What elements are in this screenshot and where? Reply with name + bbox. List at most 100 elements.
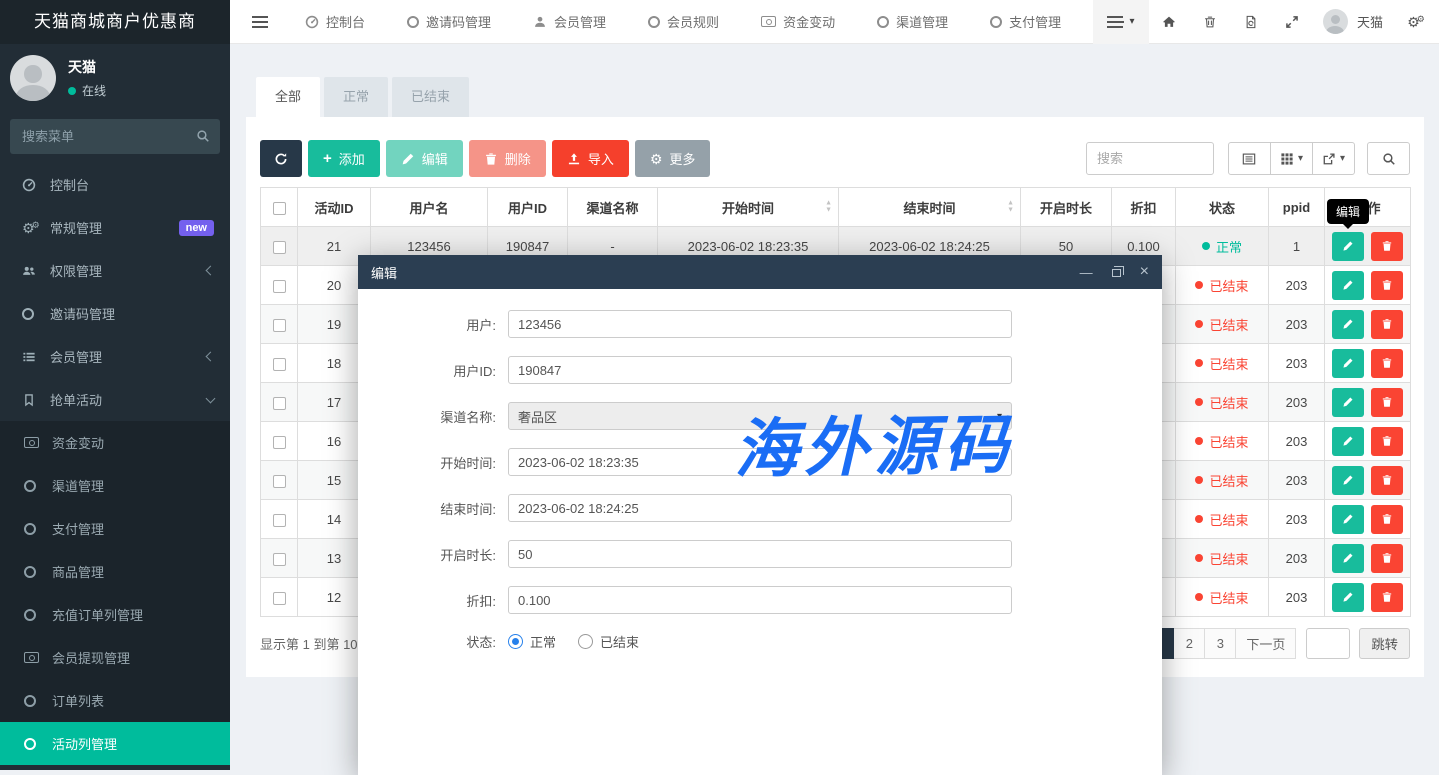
user-menu[interactable]: 天猫	[1313, 9, 1393, 34]
sidebar-item-控制台[interactable]: 控制台	[0, 163, 230, 206]
topnav-item-控制台[interactable]: 控制台	[284, 0, 386, 44]
sidebar-item-抢单活动[interactable]: 抢单活动	[0, 378, 230, 421]
sidebar-toggle-button[interactable]	[230, 21, 284, 23]
page-jump-input[interactable]	[1306, 628, 1350, 659]
settings-button[interactable]: ⚙⚙	[1393, 0, 1439, 44]
refresh-button[interactable]	[260, 140, 302, 177]
tab-已结束[interactable]: 已结束	[392, 77, 469, 117]
topnav-item-支付管理[interactable]: 支付管理	[969, 0, 1082, 44]
detail-view-button[interactable]	[1228, 142, 1271, 175]
home-button[interactable]	[1149, 0, 1190, 44]
field-input[interactable]	[508, 586, 1012, 614]
field-input[interactable]	[508, 356, 1012, 384]
page-button-2[interactable]: 2	[1173, 628, 1205, 659]
row-delete-button[interactable]	[1371, 310, 1403, 339]
row-edit-button[interactable]	[1332, 388, 1364, 417]
sidebar-subitem-订单列表[interactable]: 订单列表	[0, 679, 230, 722]
page-jump-button[interactable]: 跳转	[1359, 628, 1410, 659]
row-edit-button[interactable]	[1332, 349, 1364, 378]
more-button[interactable]: ⚙更多	[635, 140, 711, 177]
dialog-title: 编辑	[371, 263, 397, 282]
topnav-item-资金变动[interactable]: 资金变动	[740, 0, 856, 44]
minimize-button[interactable]: —	[1080, 266, 1093, 279]
row-delete-button[interactable]	[1371, 505, 1403, 534]
topnav-item-邀请码管理[interactable]: 邀请码管理	[386, 0, 512, 44]
sidebar-search-input[interactable]	[10, 119, 220, 154]
row-checkbox[interactable]	[273, 436, 286, 449]
sidebar: 天猫商城商户优惠商 天猫 在线 控制台 ⚙⚙ 常规管理 new 权限管理 邀请码…	[0, 0, 230, 770]
status-radio-option[interactable]: 已结束	[578, 632, 639, 651]
export-button[interactable]: ▾	[1312, 142, 1355, 175]
status-badge: 已结束	[1195, 354, 1248, 373]
fullscreen-button[interactable]	[1272, 0, 1313, 44]
row-checkbox[interactable]	[273, 358, 286, 371]
columns-button[interactable]: ▾	[1270, 142, 1313, 175]
topbar-menu-dropdown[interactable]: ▾	[1093, 0, 1149, 44]
row-delete-button[interactable]	[1371, 583, 1403, 612]
add-button[interactable]: +添加	[308, 140, 380, 177]
sidebar-subitem-资金变动[interactable]: 资金变动	[0, 421, 230, 464]
sidebar-item-常规管理[interactable]: ⚙⚙ 常规管理 new	[0, 206, 230, 249]
dialog-titlebar[interactable]: 编辑 — ×	[358, 255, 1162, 289]
sidebar-item-邀请码管理[interactable]: 邀请码管理	[0, 292, 230, 335]
row-delete-button[interactable]	[1371, 232, 1403, 261]
row-checkbox[interactable]	[273, 553, 286, 566]
row-delete-button[interactable]	[1371, 271, 1403, 300]
status-radio-option[interactable]: 正常	[508, 632, 556, 651]
sidebar-item-权限管理[interactable]: 权限管理	[0, 249, 230, 292]
sort-arrows-icon[interactable]: ▲▼	[825, 201, 832, 214]
row-checkbox[interactable]	[273, 475, 286, 488]
sidebar-subitem-会员提现管理[interactable]: 会员提现管理	[0, 636, 230, 679]
row-checkbox[interactable]	[273, 397, 286, 410]
select-all-checkbox[interactable]	[273, 202, 286, 215]
row-edit-button[interactable]	[1332, 232, 1364, 261]
row-delete-button[interactable]	[1371, 544, 1403, 573]
row-delete-button[interactable]	[1371, 388, 1403, 417]
field-input[interactable]	[508, 310, 1012, 338]
column-header[interactable]: 开始时间▲▼	[658, 188, 839, 227]
row-checkbox[interactable]	[273, 319, 286, 332]
row-edit-button[interactable]	[1332, 271, 1364, 300]
page-button-3[interactable]: 3	[1204, 628, 1236, 659]
next-page-button[interactable]: 下一页	[1235, 628, 1296, 659]
field-input[interactable]	[508, 540, 1012, 568]
sidebar-subitem-商品管理[interactable]: 商品管理	[0, 550, 230, 593]
clear-button[interactable]	[1190, 0, 1231, 44]
row-delete-button[interactable]	[1371, 427, 1403, 456]
tab-正常[interactable]: 正常	[324, 77, 388, 117]
row-edit-button[interactable]	[1332, 544, 1364, 573]
channel-select[interactable]: 奢品区▾	[508, 402, 1012, 430]
tab-全部[interactable]: 全部	[256, 77, 320, 117]
sidebar-subitem-活动列管理[interactable]: 活动列管理	[0, 722, 230, 765]
import-button[interactable]: 导入	[552, 140, 629, 177]
field-input[interactable]	[508, 448, 1012, 476]
refresh-page-button[interactable]	[1231, 0, 1272, 44]
row-checkbox[interactable]	[273, 241, 286, 254]
sidebar-subitem-充值订单列管理[interactable]: 充值订单列管理	[0, 593, 230, 636]
sidebar-item-会员管理[interactable]: 会员管理	[0, 335, 230, 378]
topnav-item-会员管理[interactable]: 会员管理	[512, 0, 627, 44]
row-checkbox[interactable]	[273, 514, 286, 527]
row-checkbox[interactable]	[273, 280, 286, 293]
row-delete-button[interactable]	[1371, 466, 1403, 495]
topnav-item-渠道管理[interactable]: 渠道管理	[856, 0, 969, 44]
sidebar-subitem-渠道管理[interactable]: 渠道管理	[0, 464, 230, 507]
sort-arrows-icon[interactable]: ▲▼	[1007, 201, 1014, 214]
delete-button[interactable]: 删除	[469, 140, 546, 177]
column-header[interactable]: 结束时间▲▼	[839, 188, 1021, 227]
row-edit-button[interactable]	[1332, 310, 1364, 339]
row-edit-button[interactable]	[1332, 466, 1364, 495]
topnav-item-会员规则[interactable]: 会员规则	[627, 0, 740, 44]
row-edit-button[interactable]	[1332, 427, 1364, 456]
edit-button[interactable]: 编辑	[386, 140, 463, 177]
row-edit-button[interactable]	[1332, 505, 1364, 534]
maximize-button[interactable]	[1112, 267, 1121, 277]
row-checkbox[interactable]	[273, 592, 286, 605]
row-delete-button[interactable]	[1371, 349, 1403, 378]
sidebar-subitem-支付管理[interactable]: 支付管理	[0, 507, 230, 550]
row-edit-button[interactable]	[1332, 583, 1364, 612]
close-button[interactable]: ×	[1140, 264, 1149, 280]
search-button[interactable]	[1367, 142, 1410, 175]
table-search-input[interactable]	[1086, 142, 1214, 175]
field-input[interactable]	[508, 494, 1012, 522]
